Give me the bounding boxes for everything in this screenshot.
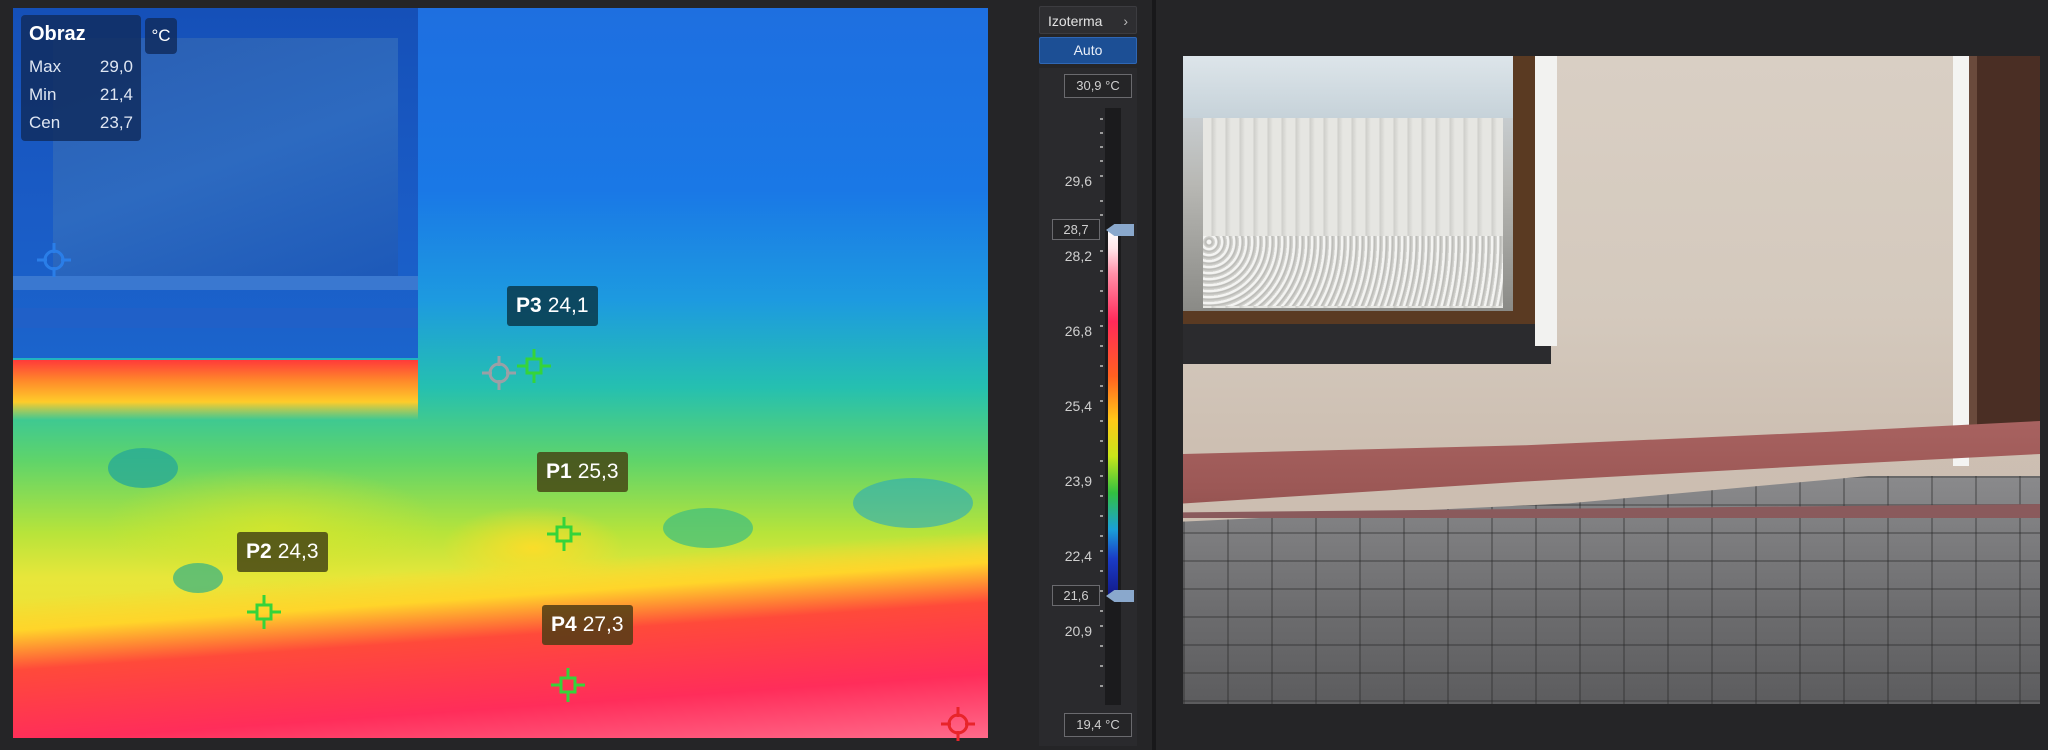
lower-level-value[interactable]: 21,6 bbox=[1052, 585, 1100, 606]
minor-tick bbox=[1100, 645, 1103, 647]
minor-tick bbox=[1100, 118, 1103, 120]
minor-tick bbox=[1100, 132, 1103, 134]
stats-label: Min bbox=[29, 85, 57, 104]
minor-tick bbox=[1100, 610, 1103, 612]
photo-door-frame bbox=[1969, 56, 1977, 436]
tick-label: 26,8 bbox=[1064, 323, 1092, 339]
scale-max-input[interactable]: 30,9 °C bbox=[1064, 74, 1132, 98]
thermal-cool-spot bbox=[663, 508, 753, 548]
measure-point-p4-icon[interactable] bbox=[551, 668, 585, 702]
tick-label: 22,4 bbox=[1064, 548, 1092, 564]
point-name: P2 bbox=[246, 540, 272, 563]
unit-button[interactable]: °C bbox=[145, 18, 177, 54]
tick-mark bbox=[1100, 400, 1103, 402]
tick-label: 20,9 bbox=[1064, 623, 1092, 639]
minor-tick bbox=[1100, 460, 1103, 462]
hot-spot-marker-icon[interactable] bbox=[941, 707, 975, 741]
scale-min-input[interactable]: 19,4 °C bbox=[1064, 713, 1132, 737]
minor-tick bbox=[1100, 200, 1103, 202]
upper-level-value[interactable]: 28,7 bbox=[1052, 219, 1100, 240]
minor-tick bbox=[1100, 345, 1103, 347]
minor-tick bbox=[1100, 160, 1103, 162]
photo-door bbox=[1969, 56, 2040, 436]
chevron-right-icon: › bbox=[1123, 13, 1128, 29]
minor-tick bbox=[1100, 665, 1103, 667]
stats-row-min: Min 21,4 bbox=[29, 85, 133, 105]
measure-point-label-p3[interactable]: P3 24,1 bbox=[507, 286, 598, 326]
tick-label: 29,6 bbox=[1064, 173, 1092, 189]
thermal-window-sill bbox=[13, 276, 418, 290]
cold-spot-marker-icon[interactable] bbox=[37, 243, 71, 277]
stats-row-max: Max 29,0 bbox=[29, 57, 133, 77]
minor-tick bbox=[1100, 385, 1103, 387]
measure-point-p2-icon[interactable] bbox=[247, 595, 281, 629]
minor-tick bbox=[1100, 270, 1103, 272]
photo-window-sill bbox=[1183, 324, 1551, 364]
stats-row-center: Cen 23,7 bbox=[29, 113, 133, 133]
minor-tick bbox=[1100, 590, 1103, 592]
stats-value: 29,0 bbox=[99, 57, 133, 76]
point-value: 24,1 bbox=[547, 294, 589, 317]
point-value: 27,3 bbox=[582, 613, 624, 636]
minor-tick bbox=[1100, 365, 1103, 367]
minor-tick bbox=[1100, 146, 1103, 148]
point-name: P3 bbox=[516, 294, 542, 317]
photo-lace bbox=[1203, 236, 1503, 306]
measure-point-p1-icon[interactable] bbox=[547, 517, 581, 551]
stats-title: Obraz bbox=[29, 23, 86, 45]
minor-tick bbox=[1100, 214, 1103, 216]
point-name: P1 bbox=[546, 460, 572, 483]
minor-tick bbox=[1100, 570, 1103, 572]
isotherm-label: Izoterma bbox=[1048, 13, 1103, 29]
stats-value: 21,4 bbox=[99, 85, 133, 104]
thermal-window-ledge bbox=[13, 308, 418, 328]
measure-point-label-p2[interactable]: P2 24,3 bbox=[237, 532, 328, 572]
minor-tick bbox=[1100, 420, 1103, 422]
minor-tick bbox=[1100, 685, 1103, 687]
measure-point-p3-icon[interactable] bbox=[517, 349, 551, 383]
thermal-cool-spot bbox=[108, 448, 178, 488]
tick-mark bbox=[1100, 325, 1103, 327]
tick-mark bbox=[1100, 250, 1103, 252]
point-value: 25,3 bbox=[577, 460, 619, 483]
minor-tick bbox=[1100, 495, 1103, 497]
stats-label: Max bbox=[29, 57, 62, 76]
minor-tick bbox=[1100, 310, 1103, 312]
point-name: P4 bbox=[551, 613, 577, 636]
panel-divider[interactable] bbox=[1152, 0, 1156, 750]
tick-label: 28,2 bbox=[1064, 248, 1092, 264]
tick-label: 25,4 bbox=[1064, 398, 1092, 414]
color-palette-bar bbox=[1108, 230, 1118, 595]
measure-point-label-p4[interactable]: P4 27,3 bbox=[542, 605, 633, 645]
thermal-cool-spot bbox=[853, 478, 973, 528]
stats-value: 23,7 bbox=[99, 113, 133, 132]
photo-pipe bbox=[1953, 56, 1969, 466]
visual-photo bbox=[1183, 56, 2040, 704]
center-marker-icon[interactable] bbox=[482, 356, 516, 390]
auto-scale-button[interactable]: Auto bbox=[1039, 37, 1137, 64]
minor-tick bbox=[1100, 535, 1103, 537]
point-value: 24,3 bbox=[277, 540, 319, 563]
stats-label: Cen bbox=[29, 113, 61, 132]
isotherm-button[interactable]: Izoterma › bbox=[1039, 6, 1137, 34]
minor-tick bbox=[1100, 515, 1103, 517]
tick-mark bbox=[1100, 625, 1103, 627]
photo-downpipe bbox=[1535, 56, 1557, 346]
tick-mark bbox=[1100, 175, 1103, 177]
thermal-cool-spot bbox=[173, 563, 223, 593]
minor-tick bbox=[1100, 290, 1103, 292]
photo-blind bbox=[1183, 56, 1513, 118]
minor-tick bbox=[1100, 440, 1103, 442]
tick-mark bbox=[1100, 475, 1103, 477]
tick-mark bbox=[1100, 550, 1103, 552]
thermal-warm-band bbox=[13, 360, 418, 420]
image-stats-box: Obraz Max 29,0 Min 21,4 Cen 23,7 bbox=[21, 15, 141, 141]
tick-label: 23,9 bbox=[1064, 473, 1092, 489]
measure-point-label-p1[interactable]: P1 25,3 bbox=[537, 452, 628, 492]
